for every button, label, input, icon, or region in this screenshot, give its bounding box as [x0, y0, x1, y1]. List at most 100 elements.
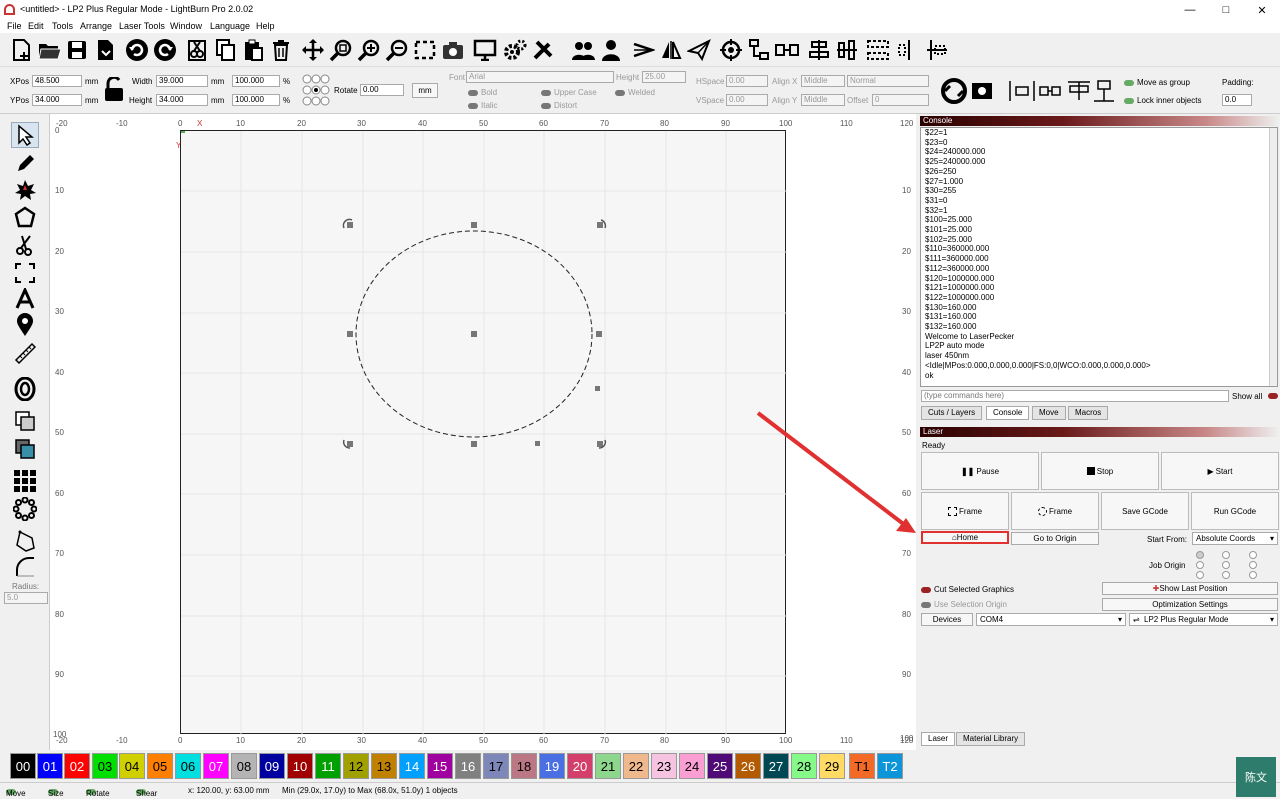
bold-toggle[interactable]: Bold: [468, 88, 497, 97]
rectangle-tool-icon[interactable]: [11, 260, 39, 286]
mirror-vertical-icon[interactable]: [658, 36, 684, 64]
menu-language[interactable]: Language: [210, 21, 250, 31]
layer-swatch-14[interactable]: 14: [399, 753, 425, 779]
rotate-field[interactable]: 0.00: [360, 84, 404, 96]
use-selection-origin-toggle[interactable]: Use Selection Origin: [921, 600, 1007, 609]
layer-swatch-12[interactable]: 12: [343, 753, 369, 779]
layer-swatch-01[interactable]: 01: [37, 753, 63, 779]
zoom-in-icon[interactable]: [356, 36, 382, 64]
offset-field[interactable]: 0: [872, 94, 929, 106]
design-canvas[interactable]: [180, 129, 787, 735]
xpos-field[interactable]: 48.500: [32, 75, 82, 87]
menu-edit[interactable]: Edit: [28, 21, 44, 31]
paste-icon[interactable]: [240, 36, 266, 64]
edit-nodes-icon[interactable]: [11, 176, 39, 202]
layer-swatch-06[interactable]: 06: [175, 753, 201, 779]
anchor-grid[interactable]: [302, 73, 330, 109]
welded-toggle-switch[interactable]: [615, 89, 625, 96]
job-origin-radio[interactable]: [1222, 561, 1230, 569]
cut-icon[interactable]: [184, 36, 210, 64]
close-button[interactable]: ✕: [1244, 0, 1280, 20]
distort-toggle-switch[interactable]: [541, 102, 551, 109]
weld-shapes-icon[interactable]: [11, 408, 39, 434]
layer-swatch-18[interactable]: 18: [511, 753, 537, 779]
show-last-position-button[interactable]: ✚ Show Last Position: [1102, 582, 1278, 595]
stop-button[interactable]: Stop: [1041, 452, 1159, 490]
optimization-settings-button[interactable]: Optimization Settings: [1102, 598, 1278, 611]
font-select[interactable]: Arial: [466, 71, 614, 83]
padding-field[interactable]: 0.0: [1222, 94, 1252, 106]
ypos-field[interactable]: 34.000: [32, 94, 82, 106]
layer-swatch-T1[interactable]: T1: [849, 753, 875, 779]
move-icon[interactable]: [300, 36, 326, 64]
layer-swatch-08[interactable]: 08: [231, 753, 257, 779]
frame-rect-button[interactable]: Frame: [921, 492, 1009, 530]
job-origin-radio[interactable]: [1196, 571, 1204, 579]
italic-toggle-switch[interactable]: [468, 102, 478, 109]
job-origin-radio[interactable]: [1222, 551, 1230, 559]
frame-circle-button[interactable]: Frame: [1011, 492, 1099, 530]
job-origin-radio[interactable]: [1249, 551, 1257, 559]
minimize-button[interactable]: —: [1172, 0, 1208, 20]
go-to-origin-button[interactable]: Go to Origin: [1011, 532, 1099, 545]
lock-inner-switch[interactable]: [1124, 97, 1134, 104]
distort-toggle[interactable]: Distort: [541, 101, 577, 110]
upper-case-toggle-switch[interactable]: [541, 89, 551, 96]
mirror-horizontal-icon[interactable]: [630, 36, 656, 64]
corner-tool-icon[interactable]: [11, 528, 39, 554]
layer-swatch-27[interactable]: 27: [763, 753, 789, 779]
user-avatar[interactable]: 陈文: [1236, 757, 1276, 797]
save-gcode-button[interactable]: Save GCode: [1101, 492, 1189, 530]
fillet-tool-icon[interactable]: [11, 554, 39, 580]
devices-button[interactable]: Devices: [921, 613, 973, 626]
layer-swatch-10[interactable]: 10: [287, 753, 313, 779]
lock-icon[interactable]: [104, 75, 124, 103]
layer-swatch-00[interactable]: 00: [10, 753, 36, 779]
circular-array-icon[interactable]: [11, 496, 39, 522]
layer-swatch-13[interactable]: 13: [371, 753, 397, 779]
layer-swatch-26[interactable]: 26: [735, 753, 761, 779]
layer-swatch-20[interactable]: 20: [567, 753, 593, 779]
settings-gear-icon[interactable]: [502, 36, 528, 64]
dock-cross-icon[interactable]: [924, 36, 950, 64]
layer-swatch-T2[interactable]: T2: [877, 753, 903, 779]
align-middles-icon[interactable]: [834, 36, 860, 64]
layer-swatch-03[interactable]: 03: [92, 753, 118, 779]
grid-array-icon[interactable]: [11, 468, 39, 494]
dock-vertical-icon[interactable]: [896, 36, 922, 64]
layer-swatch-09[interactable]: 09: [259, 753, 285, 779]
radius-field[interactable]: 5.0: [4, 592, 48, 604]
distribute-icon[interactable]: [774, 36, 800, 64]
layer-swatch-21[interactable]: 21: [595, 753, 621, 779]
italic-toggle[interactable]: Italic: [468, 101, 497, 110]
user-icon[interactable]: [598, 36, 624, 64]
canvas-graphics[interactable]: [181, 129, 787, 735]
cut-selected-switch[interactable]: [921, 586, 931, 593]
align-centers-icon[interactable]: [806, 36, 832, 64]
pause-button[interactable]: ❚❚ Pause: [921, 452, 1039, 490]
delete-icon[interactable]: [268, 36, 294, 64]
select-tool-icon[interactable]: [11, 122, 39, 148]
console-command-input[interactable]: (type commands here): [921, 390, 1229, 402]
move-as-group-toggle[interactable]: Move as group: [1124, 78, 1190, 87]
align-tree-icon[interactable]: [746, 36, 772, 64]
tab-move[interactable]: Move: [1032, 406, 1066, 420]
units-mm-button[interactable]: mm: [412, 83, 438, 98]
menu-tools[interactable]: Tools: [52, 21, 73, 31]
text-mode-select[interactable]: Normal: [847, 75, 929, 87]
job-origin-radio[interactable]: [1196, 561, 1204, 569]
layer-swatch-22[interactable]: 22: [623, 753, 649, 779]
redo-icon[interactable]: [152, 36, 178, 64]
layer-swatch-24[interactable]: 24: [679, 753, 705, 779]
text-tool-icon[interactable]: [11, 286, 39, 312]
align-y-select[interactable]: Middle: [801, 94, 845, 106]
frame-selection-icon[interactable]: [412, 36, 438, 64]
scale-height-field[interactable]: 100.000: [232, 94, 280, 106]
tab-laser[interactable]: Laser: [921, 732, 956, 746]
tab-console[interactable]: Console: [986, 406, 1030, 420]
tab-cuts-layers[interactable]: Cuts / Layers: [921, 406, 983, 420]
job-origin-radio[interactable]: [1249, 571, 1257, 579]
font-height-field[interactable]: 25.00: [642, 71, 686, 83]
pen-tool-icon[interactable]: [11, 150, 39, 176]
tab-material-library[interactable]: Material Library: [956, 732, 1026, 746]
